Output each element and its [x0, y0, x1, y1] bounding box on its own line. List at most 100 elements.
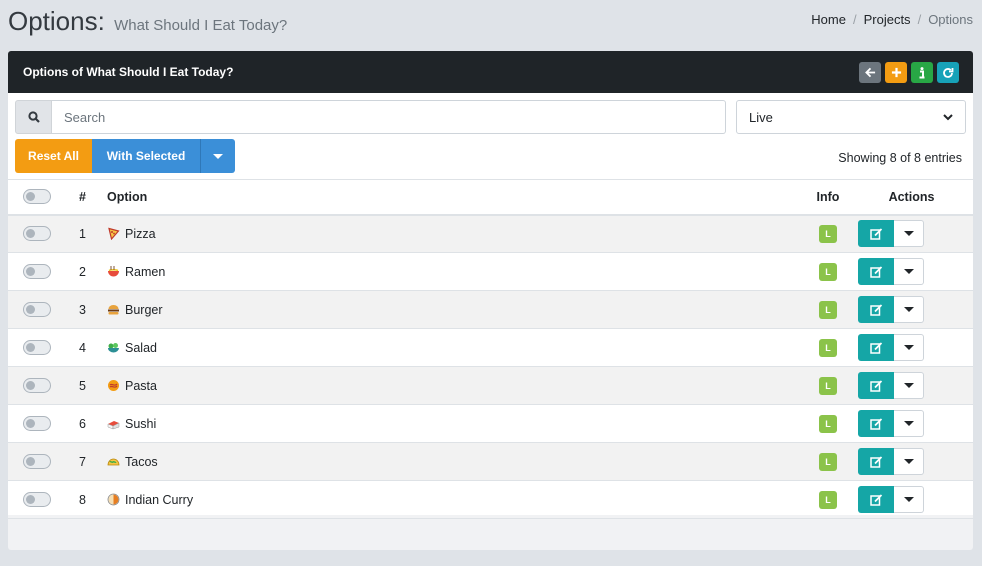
search-icon: [27, 111, 40, 123]
row-num: 5: [66, 366, 99, 405]
refresh-button[interactable]: [937, 62, 959, 83]
edit-icon: [869, 228, 882, 240]
row-actions-dropdown[interactable]: [894, 258, 924, 285]
row-option-cell: Salad: [99, 328, 798, 367]
caret-down-icon: [903, 231, 914, 237]
row-option-label: Indian Curry: [125, 492, 194, 507]
row-select-cell: [8, 366, 66, 405]
row-select-cell: [8, 290, 66, 329]
table-row[interactable]: 3 Burger L: [8, 290, 973, 329]
edit-icon: [869, 455, 882, 468]
edit-button[interactable]: [858, 486, 894, 513]
row-actions-dropdown[interactable]: [894, 334, 924, 361]
header-option[interactable]: Option: [99, 179, 798, 216]
row-actions-dropdown[interactable]: [894, 372, 924, 399]
row-actions-dropdown[interactable]: [894, 296, 924, 323]
reset-all-button[interactable]: Reset All: [15, 139, 92, 173]
info-icon: [919, 66, 925, 78]
live-badge: L: [819, 490, 837, 509]
info-button[interactable]: [911, 62, 933, 83]
table-row[interactable]: 4 Salad L: [8, 328, 973, 367]
card-title: Options of What Should I Eat Today?: [23, 65, 234, 79]
row-select-toggle[interactable]: [23, 264, 51, 279]
live-badge: L: [819, 338, 837, 357]
search-input[interactable]: [52, 100, 726, 134]
row-option-label: Pasta: [125, 378, 157, 393]
row-select-toggle[interactable]: [23, 378, 51, 393]
row-option-cell: Indian Curry: [99, 480, 798, 519]
live-badge: L: [819, 262, 837, 281]
row-select-cell: [8, 252, 66, 291]
table-row[interactable]: 1 Pizza L: [8, 214, 973, 253]
with-selected-button[interactable]: With Selected: [92, 139, 200, 173]
arrow-left-icon: [864, 67, 875, 78]
edit-icon: [869, 493, 882, 506]
breadcrumb-options: Options: [928, 12, 973, 27]
table-row[interactable]: 5 Pasta L: [8, 366, 973, 405]
edit-icon: [869, 417, 882, 430]
row-actions-dropdown[interactable]: [894, 448, 924, 475]
breadcrumb-projects[interactable]: Projects: [864, 12, 911, 27]
row-info-cell: L: [798, 214, 858, 253]
row-actions-dropdown[interactable]: [894, 220, 924, 248]
curry-icon: [107, 493, 120, 506]
caret-down-icon: [213, 153, 223, 159]
row-option-label: Sushi: [125, 416, 157, 431]
edit-button[interactable]: [858, 334, 894, 361]
row-select-toggle[interactable]: [23, 454, 51, 469]
row-actions-dropdown[interactable]: [894, 410, 924, 437]
select-all-toggle[interactable]: [23, 189, 51, 205]
burger-icon: [107, 303, 120, 316]
row-option-label: Tacos: [125, 454, 158, 469]
row-info-cell: L: [798, 366, 858, 405]
header-actions: Actions: [858, 179, 973, 216]
card-header: Options of What Should I Eat Today?: [8, 51, 973, 93]
with-selected-dropdown[interactable]: [200, 139, 235, 173]
row-select-toggle[interactable]: [23, 492, 51, 507]
edit-button[interactable]: [858, 448, 894, 475]
edit-button[interactable]: [858, 220, 894, 248]
page-title-text: Options:: [8, 6, 105, 36]
breadcrumb-home[interactable]: Home: [811, 12, 846, 27]
table-row[interactable]: 2 Ramen L: [8, 252, 973, 291]
row-info-cell: L: [798, 442, 858, 481]
edit-button[interactable]: [858, 296, 894, 323]
edit-icon: [869, 303, 882, 316]
row-option-cell: Ramen: [99, 252, 798, 291]
table-header-row: # Option Info Actions: [8, 179, 973, 216]
row-num: 3: [66, 290, 99, 329]
edit-button[interactable]: [858, 372, 894, 399]
row-option-cell: Sushi: [99, 404, 798, 443]
breadcrumb: Home / Projects / Options: [811, 12, 973, 27]
row-actions-cell: [858, 252, 973, 291]
edit-button[interactable]: [858, 258, 894, 285]
row-actions-dropdown[interactable]: [894, 486, 924, 513]
row-actions-cell: [858, 290, 973, 329]
row-select-toggle[interactable]: [23, 226, 51, 242]
add-button[interactable]: [885, 62, 907, 83]
back-button[interactable]: [859, 62, 881, 83]
row-select-toggle[interactable]: [23, 416, 51, 431]
row-option-label: Burger: [125, 302, 163, 317]
options-card: Options of What Should I Eat Today? Liv: [8, 51, 973, 550]
row-actions-cell: [858, 480, 973, 519]
search-button[interactable]: [15, 100, 52, 134]
table-row[interactable]: 6 Sushi L: [8, 404, 973, 443]
edit-button[interactable]: [858, 410, 894, 437]
edit-icon: [869, 341, 882, 354]
row-actions-cell: [858, 404, 973, 443]
row-option-cell: Pizza: [99, 214, 798, 253]
status-select-value: Live: [749, 109, 773, 125]
row-select-toggle[interactable]: [23, 340, 51, 355]
status-select[interactable]: Live: [736, 100, 966, 134]
row-actions-cell: [858, 214, 973, 253]
live-badge: L: [819, 224, 837, 243]
table-row[interactable]: 8 Indian Curry L: [8, 480, 973, 519]
table-row[interactable]: 7 Tacos L: [8, 442, 973, 481]
edit-icon: [869, 265, 882, 278]
row-option-label: Ramen: [125, 264, 166, 279]
row-info-cell: L: [798, 404, 858, 443]
row-select-toggle[interactable]: [23, 302, 51, 317]
header-info: Info: [798, 179, 858, 216]
row-info-cell: L: [798, 290, 858, 329]
